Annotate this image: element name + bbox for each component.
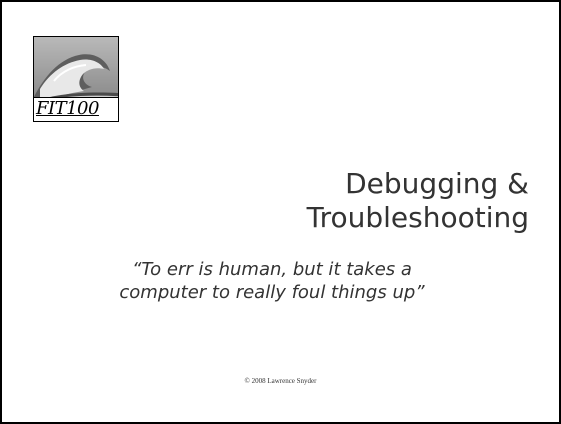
copyright-notice: © 2008 Lawrence Snyder (244, 377, 317, 385)
slide-quote: “To err is human, but it takes a compute… (62, 258, 482, 304)
course-label: FIT100 (34, 97, 118, 121)
slide-title: Debugging & Troubleshooting (149, 167, 529, 235)
title-line-2: Troubleshooting (306, 201, 529, 234)
title-line-1: Debugging & (345, 167, 529, 200)
quote-line-2: computer to really foul things up” (119, 282, 425, 303)
quote-line-1: “To err is human, but it takes a (132, 259, 412, 280)
slide: FIT100 Debugging & Troubleshooting “To e… (0, 0, 561, 424)
course-logo: FIT100 (33, 36, 119, 122)
